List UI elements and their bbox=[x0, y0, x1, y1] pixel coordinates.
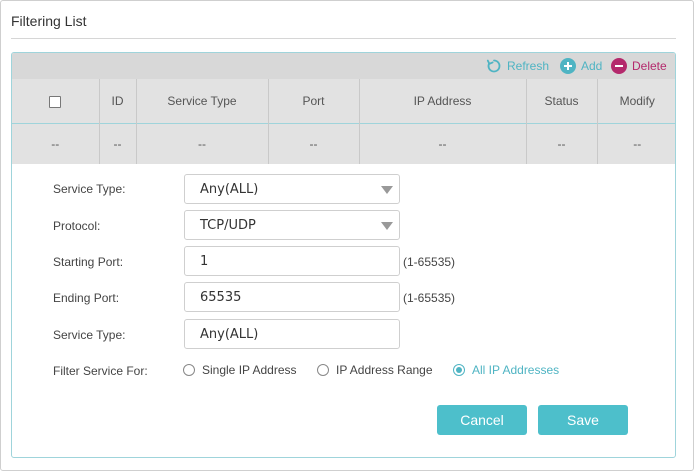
cancel-button[interactable]: Cancel bbox=[437, 405, 527, 435]
table-cell: -- bbox=[136, 122, 269, 164]
select-all-checkbox[interactable] bbox=[49, 95, 62, 108]
radio-button[interactable] bbox=[183, 364, 195, 376]
refresh-icon bbox=[486, 59, 501, 73]
column-header-id: ID bbox=[99, 79, 137, 123]
ending-port-label: Ending Port: bbox=[53, 291, 120, 305]
table-cell: -- bbox=[268, 122, 360, 164]
radio-label-single-ip: Single IP Address bbox=[202, 363, 297, 377]
radio-button-selected[interactable] bbox=[453, 364, 465, 376]
column-header-service-type: Service Type bbox=[136, 79, 269, 123]
table-cell: -- bbox=[597, 122, 675, 164]
column-header-ip-address: IP Address bbox=[359, 79, 527, 123]
chevron-down-icon bbox=[381, 222, 393, 230]
service-type-label: Service Type: bbox=[53, 182, 126, 196]
ending-port-range: (1-65535) bbox=[403, 291, 456, 305]
filtering-table-container: Refresh Add Delete ID Service Type Port … bbox=[11, 52, 676, 458]
refresh-label: Refresh bbox=[507, 59, 550, 73]
table-row: -- -- -- -- -- -- -- bbox=[12, 122, 675, 164]
plus-circle-icon bbox=[560, 58, 576, 74]
table-cell: -- bbox=[526, 122, 598, 164]
starting-port-input[interactable]: 1 bbox=[184, 246, 400, 276]
minus-circle-icon bbox=[611, 58, 627, 74]
add-label: Add bbox=[581, 59, 603, 73]
service-type-2-value: Any(ALL) bbox=[200, 326, 259, 342]
radio-label-ip-range: IP Address Range bbox=[336, 363, 433, 377]
radio-all-ip[interactable]: All IP Addresses bbox=[453, 363, 559, 377]
chevron-down-icon bbox=[381, 186, 393, 194]
table-header-row: ID Service Type Port IP Address Status M… bbox=[12, 79, 675, 123]
save-button[interactable]: Save bbox=[538, 405, 628, 435]
refresh-button[interactable]: Refresh bbox=[486, 53, 549, 79]
add-button[interactable]: Add bbox=[560, 53, 602, 79]
select-all-header bbox=[12, 79, 100, 123]
starting-port-range: (1-65535) bbox=[403, 255, 456, 269]
table-cell: -- bbox=[359, 122, 527, 164]
service-type-2-label: Service Type: bbox=[53, 328, 126, 342]
protocol-label: Protocol: bbox=[53, 219, 101, 233]
panel-title: Filtering List bbox=[11, 13, 87, 29]
protocol-select[interactable]: TCP/UDP bbox=[184, 210, 400, 240]
radio-button[interactable] bbox=[317, 364, 329, 376]
starting-port-value: 1 bbox=[200, 253, 209, 269]
service-type-2-field[interactable]: Any(ALL) bbox=[184, 319, 400, 349]
protocol-value: TCP/UDP bbox=[200, 217, 256, 233]
radio-ip-range[interactable]: IP Address Range bbox=[317, 363, 433, 377]
column-header-status: Status bbox=[526, 79, 598, 123]
ending-port-input[interactable]: 65535 bbox=[184, 282, 400, 312]
filter-service-for-label: Filter Service For: bbox=[53, 364, 148, 378]
service-type-select[interactable]: Any(ALL) bbox=[184, 174, 400, 204]
column-header-port: Port bbox=[268, 79, 360, 123]
table-toolbar: Refresh Add Delete bbox=[12, 53, 675, 79]
starting-port-label: Starting Port: bbox=[53, 255, 124, 269]
title-divider bbox=[11, 38, 676, 39]
filtering-table: ID Service Type Port IP Address Status M… bbox=[12, 79, 675, 164]
ending-port-value: 65535 bbox=[200, 289, 242, 305]
column-header-modify: Modify bbox=[619, 93, 655, 108]
table-cell: -- bbox=[99, 122, 137, 164]
radio-single-ip[interactable]: Single IP Address bbox=[183, 363, 297, 377]
delete-label: Delete bbox=[632, 59, 667, 73]
table-cell: -- bbox=[12, 122, 100, 164]
radio-label-all-ip: All IP Addresses bbox=[472, 363, 560, 377]
delete-button[interactable]: Delete bbox=[611, 53, 667, 79]
service-type-value: Any(ALL) bbox=[200, 181, 259, 197]
